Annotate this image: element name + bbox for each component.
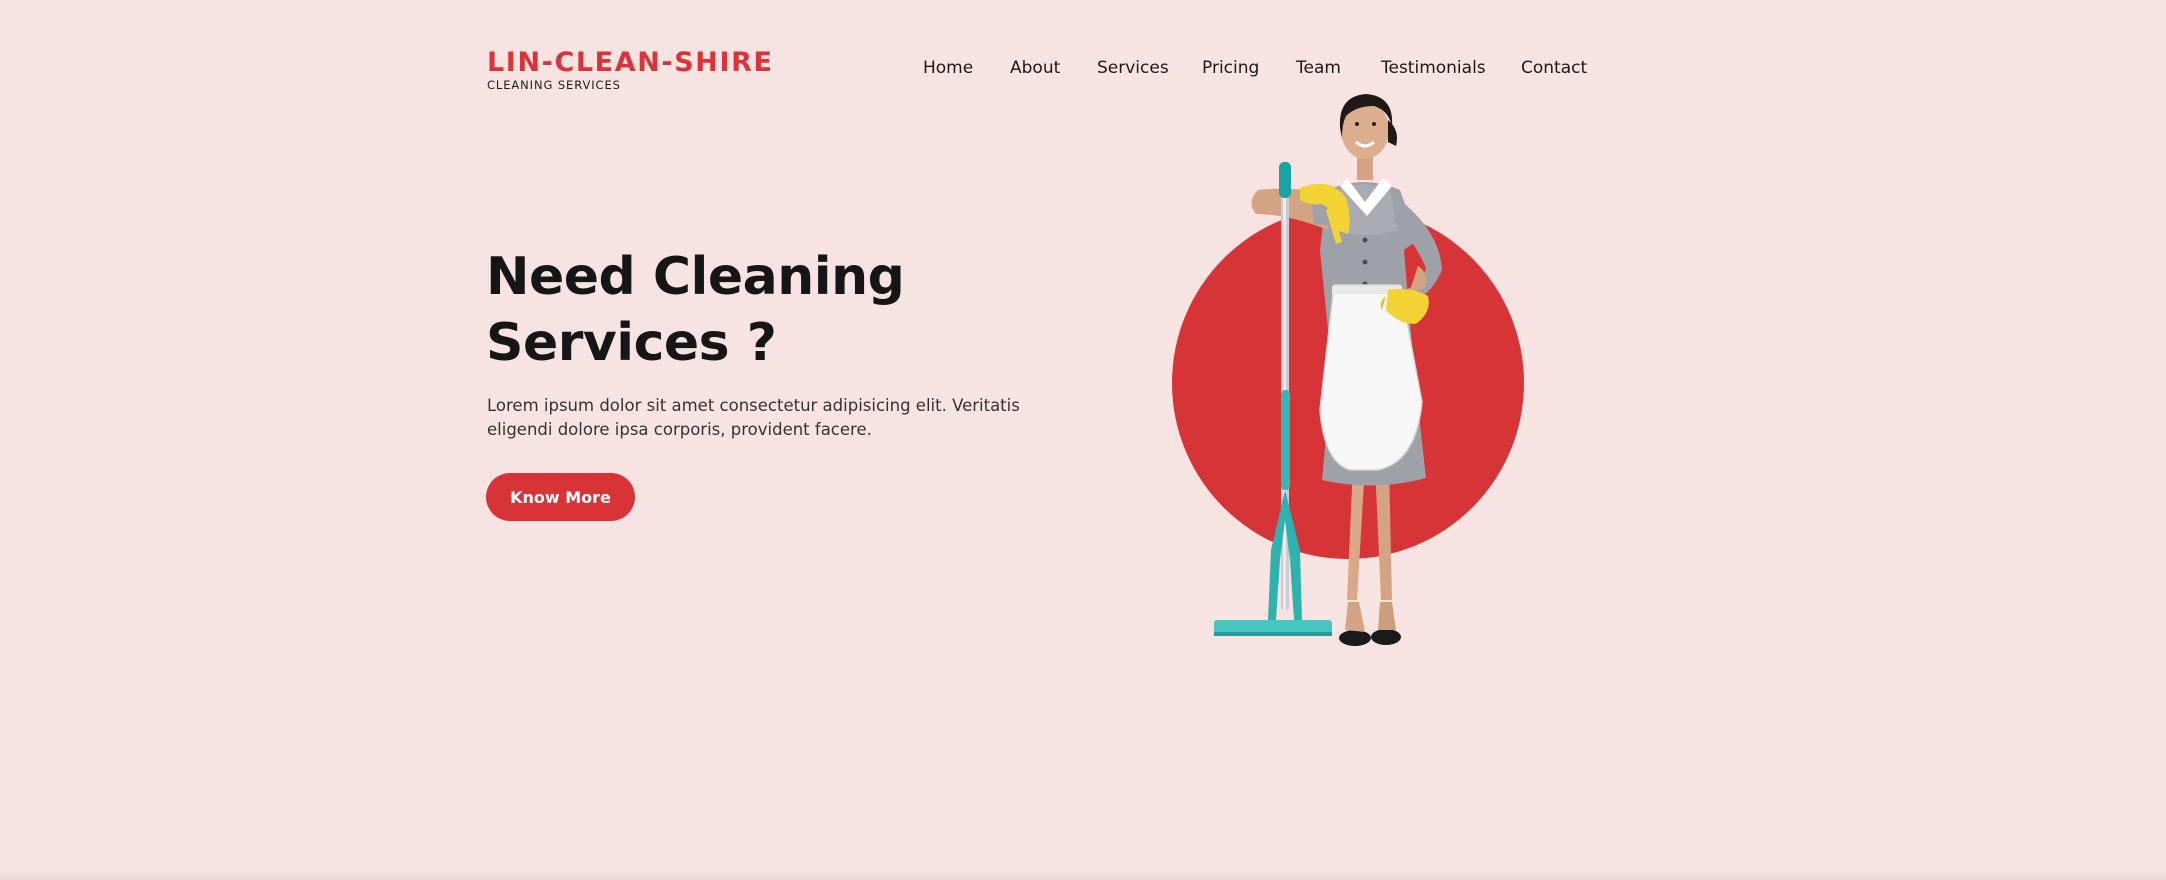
hero-image bbox=[1172, 94, 1524, 646]
nav-item-testimonials[interactable]: Testimonials bbox=[1381, 56, 1486, 80]
nav-item-services[interactable]: Services bbox=[1097, 56, 1169, 80]
hero-title-line-1: Need Cleaning bbox=[486, 247, 905, 307]
page-bottom-shadow bbox=[0, 870, 2166, 880]
know-more-button[interactable]: Know More bbox=[486, 473, 635, 521]
nav-item-pricing[interactable]: Pricing bbox=[1202, 56, 1259, 80]
hero-description-line-2: eligendi dolore ipsa corporis, provident… bbox=[487, 420, 872, 439]
hero-description: Lorem ipsum dolor sit amet consectetur a… bbox=[487, 394, 1020, 442]
brand-logo[interactable]: LIN-CLEAN-SHIRE CLEANING SERVICES bbox=[487, 47, 774, 92]
hero-title-line-2: Services ? bbox=[486, 313, 777, 373]
nav-item-contact[interactable]: Contact bbox=[1521, 56, 1587, 80]
hero-description-line-1: Lorem ipsum dolor sit amet consectetur a… bbox=[487, 396, 1020, 415]
nav-item-home[interactable]: Home bbox=[923, 56, 973, 80]
brand-tagline: CLEANING SERVICES bbox=[487, 78, 621, 92]
brand-name: LIN-CLEAN-SHIRE bbox=[487, 47, 774, 78]
nav-item-about[interactable]: About bbox=[1010, 56, 1060, 80]
landing-page: LIN-CLEAN-SHIRE CLEANING SERVICES Home A… bbox=[0, 0, 2166, 880]
hero-title: Need Cleaning Services ? bbox=[486, 244, 905, 376]
nav-item-team[interactable]: Team bbox=[1296, 56, 1341, 80]
